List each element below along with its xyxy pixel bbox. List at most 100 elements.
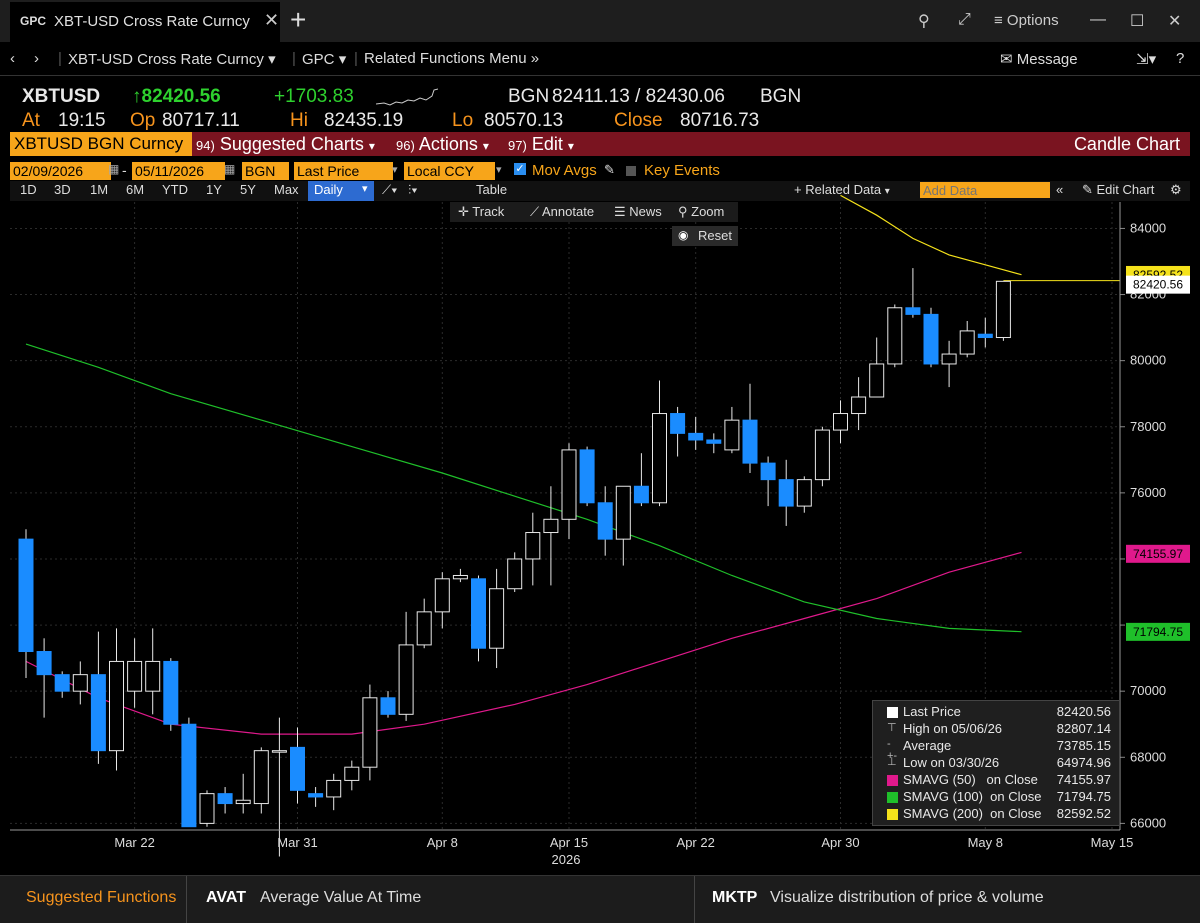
candle: [579, 446, 595, 507]
candle: [995, 280, 1011, 341]
candle: [199, 790, 215, 827]
candle: [90, 631, 106, 764]
candle-body: [851, 396, 867, 415]
legend-label: High on 05/06/26: [903, 721, 1003, 736]
x-tick-label: Mar 22: [114, 835, 154, 850]
legend-item-average: -+- Average 73785.15: [873, 738, 1119, 762]
legend-value: 82807.14: [1056, 721, 1111, 736]
legend-swatch: [887, 809, 898, 820]
candle: [561, 443, 577, 540]
candle: [54, 671, 70, 698]
annotate-button[interactable]: ⟋ Annotate: [530, 204, 594, 220]
candle-body: [670, 413, 686, 434]
track-button[interactable]: ✛ Track: [458, 204, 504, 220]
news-button[interactable]: ☰ News: [614, 204, 662, 220]
annotate-label: Annotate: [542, 204, 595, 219]
candle: [778, 459, 794, 526]
candle: [670, 406, 686, 457]
candle: [452, 568, 468, 583]
crosshair-icon: ✛: [458, 204, 473, 219]
candle: [326, 773, 342, 811]
candle-body: [615, 485, 631, 540]
function-desc-mktp[interactable]: Visualize distribution of price & volume: [770, 889, 1044, 907]
candle-body: [706, 439, 722, 444]
legend-value: 64974.96: [1056, 755, 1111, 770]
candle: [398, 611, 414, 721]
candle-body: [688, 432, 704, 441]
candle: [235, 773, 251, 814]
y-tick-label: 80000: [1130, 353, 1166, 368]
candle-body: [869, 363, 885, 398]
candle-body: [326, 779, 342, 798]
candle-body: [833, 413, 848, 431]
axis-marker: 74155.97: [1126, 544, 1190, 563]
x-tick-label: Apr 8: [427, 835, 458, 850]
legend-value: 82420.56: [1056, 704, 1111, 719]
legend-item-high: ⊤ High on 05/06/26 82807.14: [873, 721, 1119, 738]
candle-body: [597, 502, 613, 540]
candle-body: [905, 307, 921, 315]
legend-label: SMAVG (50) on Close: [903, 772, 1038, 787]
candle-body: [416, 611, 432, 646]
candle-body: [145, 660, 161, 692]
zoom-button[interactable]: ⚲ Zoom: [678, 204, 724, 220]
divider: [694, 876, 695, 923]
candle-body: [344, 766, 360, 781]
function-code-mktp[interactable]: MKTP: [712, 889, 757, 907]
candle-body: [796, 479, 812, 507]
candle-body: [54, 674, 70, 692]
function-desc-avat[interactable]: Average Value At Time: [260, 889, 421, 907]
zoom-label: Zoom: [691, 204, 725, 219]
candle: [760, 456, 776, 507]
candle: [652, 380, 667, 507]
candle-body: [362, 697, 378, 768]
candle: [977, 317, 993, 348]
legend-label: Average: [903, 738, 952, 753]
x-tick-label: May 15: [1091, 835, 1134, 850]
reset-label: Reset: [698, 228, 732, 243]
y-tick-label: 76000: [1130, 485, 1166, 500]
candle-body: [109, 660, 124, 752]
candle-body: [489, 588, 505, 649]
candle: [145, 628, 161, 715]
candle: [362, 684, 378, 781]
legend-item-smavg-100: SMAVG (100) on Close 71794.75: [873, 789, 1119, 806]
candle-body: [72, 674, 88, 692]
candle-body: [977, 333, 993, 339]
y-tick-label: 68000: [1130, 749, 1166, 764]
candle: [814, 426, 830, 487]
candle-body: [724, 419, 740, 451]
legend-label: Low on 03/30/26: [903, 755, 1000, 770]
candle: [887, 304, 903, 368]
candle-body: [887, 307, 903, 365]
candle: [217, 787, 233, 814]
candle: [18, 529, 34, 678]
candle-body: [995, 280, 1011, 339]
legend-swatch: [887, 792, 898, 803]
candle-body: [814, 429, 830, 481]
axis-marker-label: 82420.56: [1133, 278, 1183, 292]
legend-swatch: [887, 707, 898, 718]
function-code-avat[interactable]: AVAT: [206, 889, 246, 907]
candle-body: [778, 479, 794, 507]
y-tick-label: 78000: [1130, 419, 1166, 434]
candle-body: [471, 578, 486, 649]
legend-value: 82592.52: [1056, 806, 1111, 821]
legend-label: SMAVG (100) on Close: [903, 789, 1042, 804]
candle-body: [742, 419, 758, 464]
candle: [633, 453, 649, 507]
candle: [109, 628, 124, 771]
candle-body: [308, 793, 324, 798]
candle-body: [253, 750, 269, 805]
candle: [706, 433, 722, 454]
candle: [543, 486, 559, 586]
reset-button[interactable]: ◉ Reset: [672, 226, 738, 246]
legend-value: 74155.97: [1056, 772, 1111, 787]
reset-icon: ◉: [678, 228, 689, 242]
divider: [186, 876, 187, 923]
candle-body: [561, 449, 577, 520]
candle: [923, 307, 939, 368]
y-tick-label: 66000: [1130, 815, 1166, 830]
candle: [688, 416, 704, 450]
candle-body: [380, 697, 396, 715]
